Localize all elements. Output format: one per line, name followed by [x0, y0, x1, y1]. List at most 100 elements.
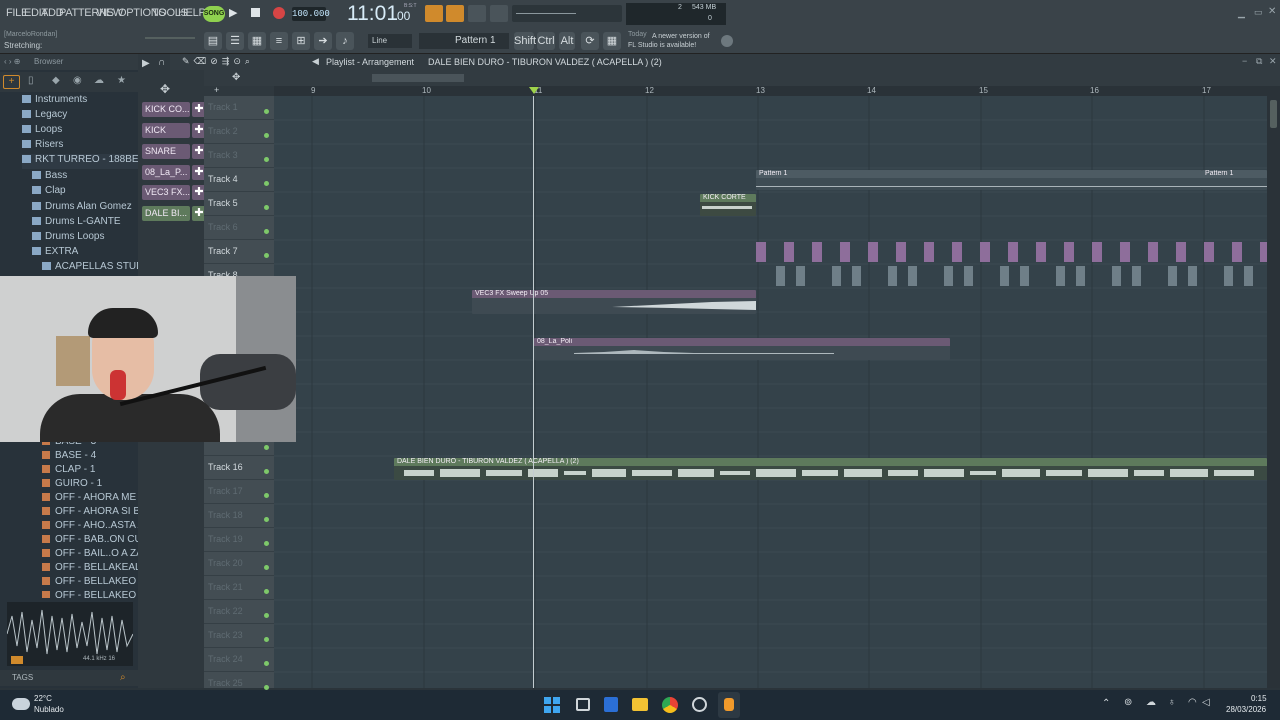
folder-extra[interactable]: EXTRA: [32, 246, 78, 261]
file-guiro-1[interactable]: GUIRO - 1: [42, 478, 102, 493]
folder-instruments[interactable]: Instruments: [22, 94, 87, 109]
track-header[interactable]: Track 21: [204, 576, 274, 600]
tempo-display[interactable]: 100.000: [292, 7, 330, 21]
playlist-back-icon[interactable]: ◀: [312, 56, 319, 67]
vertical-scrollbar[interactable]: [1267, 86, 1280, 688]
browser-all-icon[interactable]: +: [3, 75, 20, 89]
track-header[interactable]: Track 2: [204, 120, 274, 144]
tray-chevron-icon[interactable]: ⌃: [1102, 698, 1110, 709]
arrow-right-icon[interactable]: ➔: [314, 32, 332, 50]
hint-slider[interactable]: [145, 37, 195, 39]
folder-loops[interactable]: Loops: [22, 124, 62, 139]
track-header[interactable]: Track 20: [204, 552, 274, 576]
track-header[interactable]: Track 1: [204, 96, 274, 120]
song-mode-toggle[interactable]: SONG: [203, 6, 225, 22]
arrow-icon[interactable]: ▶: [142, 58, 150, 69]
folder-drums-alan-gomez[interactable]: Drums Alan Gomez: [32, 201, 132, 216]
minimize-icon[interactable]: ▁: [1238, 8, 1245, 19]
channel-la-poli[interactable]: 08_La_P...: [142, 165, 190, 180]
volume-icon[interactable]: ◁: [1202, 697, 1210, 708]
globe-icon[interactable]: [721, 35, 733, 47]
clock-date[interactable]: 28/03/2026: [1226, 705, 1266, 714]
channel-kick-cla[interactable]: KICK CLA...: [142, 123, 190, 138]
file-off-bellakeo-2[interactable]: OFF - BELLAKEO 2: [42, 576, 144, 591]
file-clap-1[interactable]: CLAP - 1: [42, 464, 95, 479]
cloud-icon[interactable]: ☁: [94, 75, 104, 86]
tray-sync-icon[interactable]: ⊚: [1124, 697, 1132, 708]
record-button[interactable]: [273, 7, 285, 19]
track-header[interactable]: Track 6: [204, 216, 274, 240]
track-header[interactable]: Track 5: [204, 192, 274, 216]
metronome-icon[interactable]: [425, 5, 443, 22]
playlist-icon[interactable]: ▤: [204, 32, 222, 50]
track-header[interactable]: Track 22: [204, 600, 274, 624]
drum-pattern-clips[interactable]: [756, 240, 1267, 290]
move-icon[interactable]: ✥: [232, 72, 240, 83]
sample-preview[interactable]: 44.1 kHz 16: [6, 602, 134, 666]
la-poli-clip[interactable]: 08_La_Poli: [534, 338, 950, 360]
task-view-icon[interactable]: [576, 698, 590, 711]
windows-start-icon[interactable]: [544, 697, 560, 713]
refresh-icon[interactable]: ⟳: [581, 32, 599, 50]
track-header[interactable]: Track 19: [204, 528, 274, 552]
snap-select[interactable]: Line: [368, 34, 412, 48]
file-icon[interactable]: ▯: [28, 75, 34, 86]
folder-clap[interactable]: Clap: [32, 185, 66, 200]
playlist-grid[interactable]: Pattern 1 Pattern 1 KICK CORTE VEC3 FX S…: [274, 96, 1267, 688]
folder-drums-loops[interactable]: Drums Loops: [32, 231, 104, 246]
steam-icon[interactable]: [692, 697, 707, 712]
file-off-bellakeale[interactable]: OFF - BELLAKEALE: [42, 562, 147, 577]
maximize-icon[interactable]: ▭: [1254, 7, 1263, 18]
ctrl-key[interactable]: Ctrl: [537, 32, 555, 50]
magnet-icon[interactable]: ∩: [158, 57, 165, 68]
weather-icon[interactable]: [12, 698, 30, 710]
playlist-close-icon[interactable]: ✕: [1269, 56, 1277, 67]
pattern-clip[interactable]: Pattern 1: [1202, 170, 1267, 190]
kick-corte-clip[interactable]: KICK CORTE: [700, 194, 756, 216]
step-edit-icon[interactable]: [490, 5, 508, 22]
file-explorer-icon[interactable]: [632, 698, 648, 711]
menu-help[interactable]: HELP: [178, 7, 206, 19]
playlist-scrollbar-top[interactable]: ✥: [204, 70, 1280, 86]
folder-rkt-turreo[interactable]: RKT TURREO - 188BEATS: [22, 154, 157, 169]
play-button[interactable]: ▶: [229, 5, 243, 21]
mic-icon[interactable]: ♪: [336, 32, 354, 50]
folder-risers[interactable]: Risers: [22, 139, 63, 154]
shift-key[interactable]: Shift: [514, 32, 536, 50]
chrome-icon[interactable]: [662, 697, 678, 713]
news-icon[interactable]: ▦: [603, 32, 621, 50]
track-header[interactable]: Track 18: [204, 504, 274, 528]
alt-key[interactable]: Alt: [559, 32, 575, 50]
star-icon[interactable]: ★: [117, 75, 126, 86]
channel-rack-icon[interactable]: ▦: [248, 32, 266, 50]
stop-button[interactable]: [251, 8, 260, 17]
plugin-icon[interactable]: ⊞: [292, 32, 310, 50]
pattern-select[interactable]: Pattern 1: [419, 33, 509, 49]
folder-legacy[interactable]: Legacy: [22, 109, 67, 124]
playhead-marker[interactable]: [529, 87, 539, 94]
track-header[interactable]: Track 17: [204, 480, 274, 504]
playlist-tools-icon[interactable]: ✎⌫⊘⇶⊙⌕: [182, 56, 254, 67]
mixer-icon[interactable]: ≡: [270, 32, 288, 50]
plugin-db-icon[interactable]: ◆: [52, 75, 60, 86]
file-base-4[interactable]: BASE - 4: [42, 450, 96, 465]
close-icon[interactable]: ✕: [1268, 6, 1276, 17]
channel-dale-bien[interactable]: DALE BI...: [142, 206, 190, 221]
track-header[interactable]: Track 23: [204, 624, 274, 648]
track-header[interactable]: Track 16: [204, 456, 274, 480]
folder-bass[interactable]: Bass: [32, 170, 67, 185]
clock-time[interactable]: 0:15: [1251, 694, 1267, 703]
news-text[interactable]: A newer version of FL Studio is availabl…: [628, 32, 718, 50]
channel-snare-b[interactable]: SNARE B...: [142, 144, 190, 159]
sweep-clip[interactable]: VEC3 FX Sweep Up 05: [472, 290, 756, 314]
wifi-icon[interactable]: ◠: [1188, 697, 1197, 708]
tray-mic-icon[interactable]: ♁: [1168, 697, 1176, 708]
piano-roll-icon[interactable]: ☰: [226, 32, 244, 50]
search-icon[interactable]: ⌕: [120, 672, 126, 683]
fl-studio-taskbar-icon[interactable]: [718, 692, 740, 718]
file-off-bellakeo[interactable]: OFF - BELLAKEO: [42, 590, 136, 598]
playlist-maximize-icon[interactable]: ⧉: [1256, 56, 1262, 67]
channel-vec3-fx[interactable]: VEC3 FX...: [142, 185, 190, 200]
track-header[interactable]: Track 7: [204, 240, 274, 264]
add-track-icon[interactable]: +: [214, 85, 219, 95]
